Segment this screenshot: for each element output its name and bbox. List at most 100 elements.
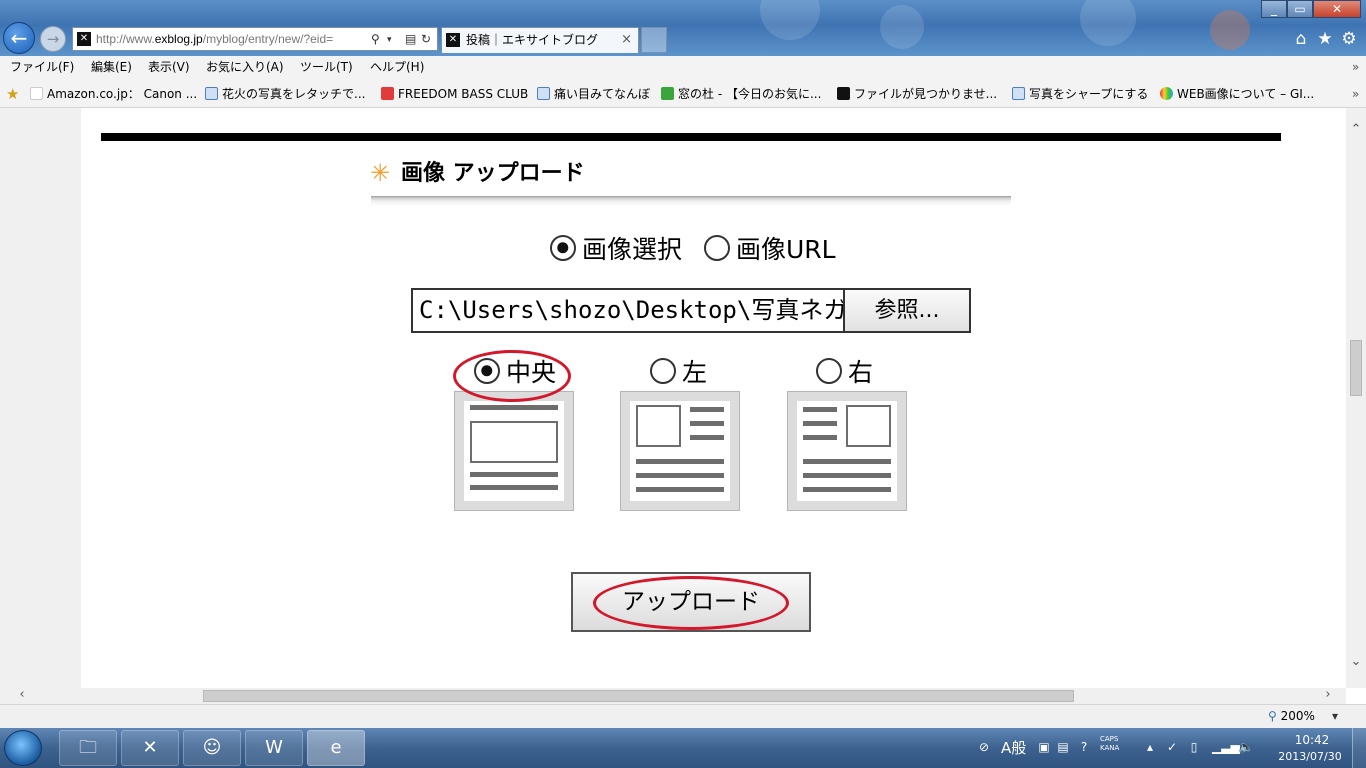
caps-label: CAPS xyxy=(1100,735,1119,743)
favorite-link-not-found[interactable]: ファイルが見つかりませ... xyxy=(837,80,997,108)
scroll-left-icon[interactable]: ‹ xyxy=(12,687,32,702)
browse-button[interactable]: 参照... xyxy=(843,288,971,333)
site-favicon-icon: ✕ xyxy=(77,32,91,46)
radio-image-url[interactable]: 画像URL xyxy=(704,235,836,265)
chevron-right-icon[interactable]: » xyxy=(1352,80,1359,108)
refresh-icon[interactable]: ↻ xyxy=(421,28,431,50)
tab-close-icon[interactable]: × xyxy=(621,28,632,52)
radio-button-checked[interactable] xyxy=(474,358,500,384)
ime-mode[interactable]: A般 xyxy=(1001,737,1026,758)
volume-icon[interactable]: 🔈 xyxy=(1238,739,1254,755)
desktop-decoration xyxy=(880,5,924,49)
home-icon[interactable]: ⌂ xyxy=(1291,29,1311,49)
favorite-link-amazon[interactable]: Amazon.co.jp： Canon ... xyxy=(30,80,197,108)
illustration-page xyxy=(797,401,897,501)
radio-button[interactable] xyxy=(816,358,842,384)
favorite-link-web-images[interactable]: WEB画像について – GI... xyxy=(1160,80,1314,108)
radio-button[interactable] xyxy=(704,235,730,261)
favorites-star-icon[interactable]: ★ xyxy=(1315,29,1335,49)
zoom-level[interactable]: ⚲ 200% xyxy=(1268,705,1315,727)
tab-exblog[interactable]: ✕ 投稿｜エキサイトブログ × xyxy=(441,27,639,53)
horizontal-scroll-thumb[interactable] xyxy=(203,690,1074,702)
upload-button[interactable]: アップロード xyxy=(571,572,811,632)
taskbar-messenger[interactable]: ☺ xyxy=(183,730,241,766)
search-icon[interactable]: ⚲ xyxy=(371,28,380,50)
favorite-link-sharpen[interactable]: 写真をシャープにする xyxy=(1012,80,1148,108)
horizontal-scrollbar[interactable]: ‹ › xyxy=(0,687,1346,704)
add-favorites-star-icon[interactable]: ★ xyxy=(6,80,19,108)
text-line xyxy=(470,405,558,410)
url-domain: exblog.jp xyxy=(154,32,203,46)
scroll-down-icon[interactable]: ⌄ xyxy=(1346,654,1366,669)
radio-align-left[interactable]: 左 xyxy=(650,358,707,388)
forward-button[interactable]: → xyxy=(40,26,66,52)
scroll-right-icon[interactable]: › xyxy=(1318,687,1338,702)
favorites-bar: ★ Amazon.co.jp： Canon ... 花火の写真をレタッチで...… xyxy=(0,80,1366,108)
file-path-input[interactable]: C:\Users\shozo\Desktop\写真ネガ\2 xyxy=(411,288,846,333)
url-path: /myblog/entry/new/?eid= xyxy=(202,32,334,46)
tab-favicon-icon: ✕ xyxy=(446,33,460,47)
gear-icon[interactable]: ⚙ xyxy=(1339,29,1359,49)
radio-align-right[interactable]: 右 xyxy=(816,358,873,388)
start-button[interactable] xyxy=(4,730,42,766)
favorite-label: ファイルが見つかりませ... xyxy=(854,87,998,101)
security-tray-icon[interactable]: ⊘ xyxy=(976,739,992,755)
taskbar-app-exblog[interactable]: ✕ xyxy=(121,730,179,766)
url-text[interactable]: http://www.exblog.jp/myblog/entry/new/?e… xyxy=(96,28,368,50)
minimize-button[interactable]: _ xyxy=(1261,0,1287,18)
text-line xyxy=(470,472,558,477)
help-icon[interactable]: ? xyxy=(1076,739,1092,755)
menu-edit[interactable]: 編集(E) xyxy=(91,56,132,78)
favorite-link-freedom-bass[interactable]: FREEDOM BASS CLUB xyxy=(381,80,528,108)
radio-button[interactable] xyxy=(650,358,676,384)
favorite-link-madonomori[interactable]: 窓の杜 - 【今日のお気に... xyxy=(661,80,821,108)
favorite-link-itaime[interactable]: 痛い目みてなんぼ xyxy=(537,80,650,108)
menu-file[interactable]: ファイル(F) xyxy=(10,56,74,78)
taskbar-internet-explorer[interactable]: e xyxy=(307,730,365,766)
favorite-link-hanabi[interactable]: 花火の写真をレタッチで... xyxy=(205,80,365,108)
new-tab-button[interactable] xyxy=(641,27,667,53)
radio-align-center[interactable]: 中央 xyxy=(474,358,556,388)
chevron-right-icon[interactable]: » xyxy=(1352,56,1359,78)
tab-title: 投稿｜エキサイトブログ xyxy=(466,33,599,47)
taskbar-word[interactable]: W xyxy=(245,730,303,766)
desktop-decoration xyxy=(1080,0,1136,46)
removable-device-icon[interactable]: ▯ xyxy=(1186,739,1202,755)
align-right-illustration[interactable] xyxy=(787,391,907,511)
address-bar[interactable]: ✕ http://www.exblog.jp/myblog/entry/new/… xyxy=(72,27,438,51)
scroll-up-icon[interactable]: ⌃ xyxy=(1346,122,1366,137)
vertical-scroll-thumb[interactable] xyxy=(1350,340,1362,396)
compat-view-icon[interactable]: ▤ xyxy=(405,28,416,50)
maximize-button[interactable]: ▭ xyxy=(1287,0,1313,18)
clock-date[interactable]: 2013/07/30 xyxy=(1272,750,1348,763)
back-button[interactable]: ← xyxy=(3,22,35,54)
section-title: 画像 アップロード xyxy=(401,161,585,186)
tray-expand-icon[interactable]: ▴ xyxy=(1142,739,1158,755)
text-line xyxy=(636,487,724,492)
zoom-dropdown-icon[interactable]: ▾ xyxy=(1332,705,1338,727)
vertical-scrollbar[interactable]: ⌃ ⌄ xyxy=(1346,108,1366,688)
network-signal-icon[interactable]: ▁▃▅ xyxy=(1212,739,1240,755)
show-desktop-button[interactable] xyxy=(1352,728,1366,768)
ime-dictionary-icon[interactable]: ▤ xyxy=(1055,739,1071,755)
ime-tool-icon[interactable]: ▣ xyxy=(1036,739,1052,755)
text-line xyxy=(803,435,837,440)
align-center-illustration[interactable] xyxy=(454,391,574,511)
menu-tools[interactable]: ツール(T) xyxy=(300,56,353,78)
radio-button-checked[interactable] xyxy=(550,235,576,261)
sync-tray-icon[interactable]: ✓ xyxy=(1164,739,1180,755)
menu-view[interactable]: 表示(V) xyxy=(148,56,190,78)
align-left-illustration[interactable] xyxy=(620,391,740,511)
text-line xyxy=(690,435,724,440)
taskbar-explorer[interactable]: 🗀 xyxy=(59,730,117,766)
close-window-button[interactable]: ✕ xyxy=(1313,0,1361,18)
bass-club-icon xyxy=(381,87,394,100)
radio-image-select[interactable]: 画像選択 xyxy=(550,235,682,265)
menu-favorites[interactable]: お気に入り(A) xyxy=(206,56,284,78)
dropdown-icon[interactable]: ▾ xyxy=(387,28,392,50)
messenger-icon: ☺ xyxy=(202,737,222,758)
ie-page-icon xyxy=(1012,87,1025,100)
menu-help[interactable]: ヘルプ(H) xyxy=(370,56,424,78)
text-line xyxy=(803,421,837,426)
clock-time[interactable]: 10:42 xyxy=(1280,733,1344,747)
